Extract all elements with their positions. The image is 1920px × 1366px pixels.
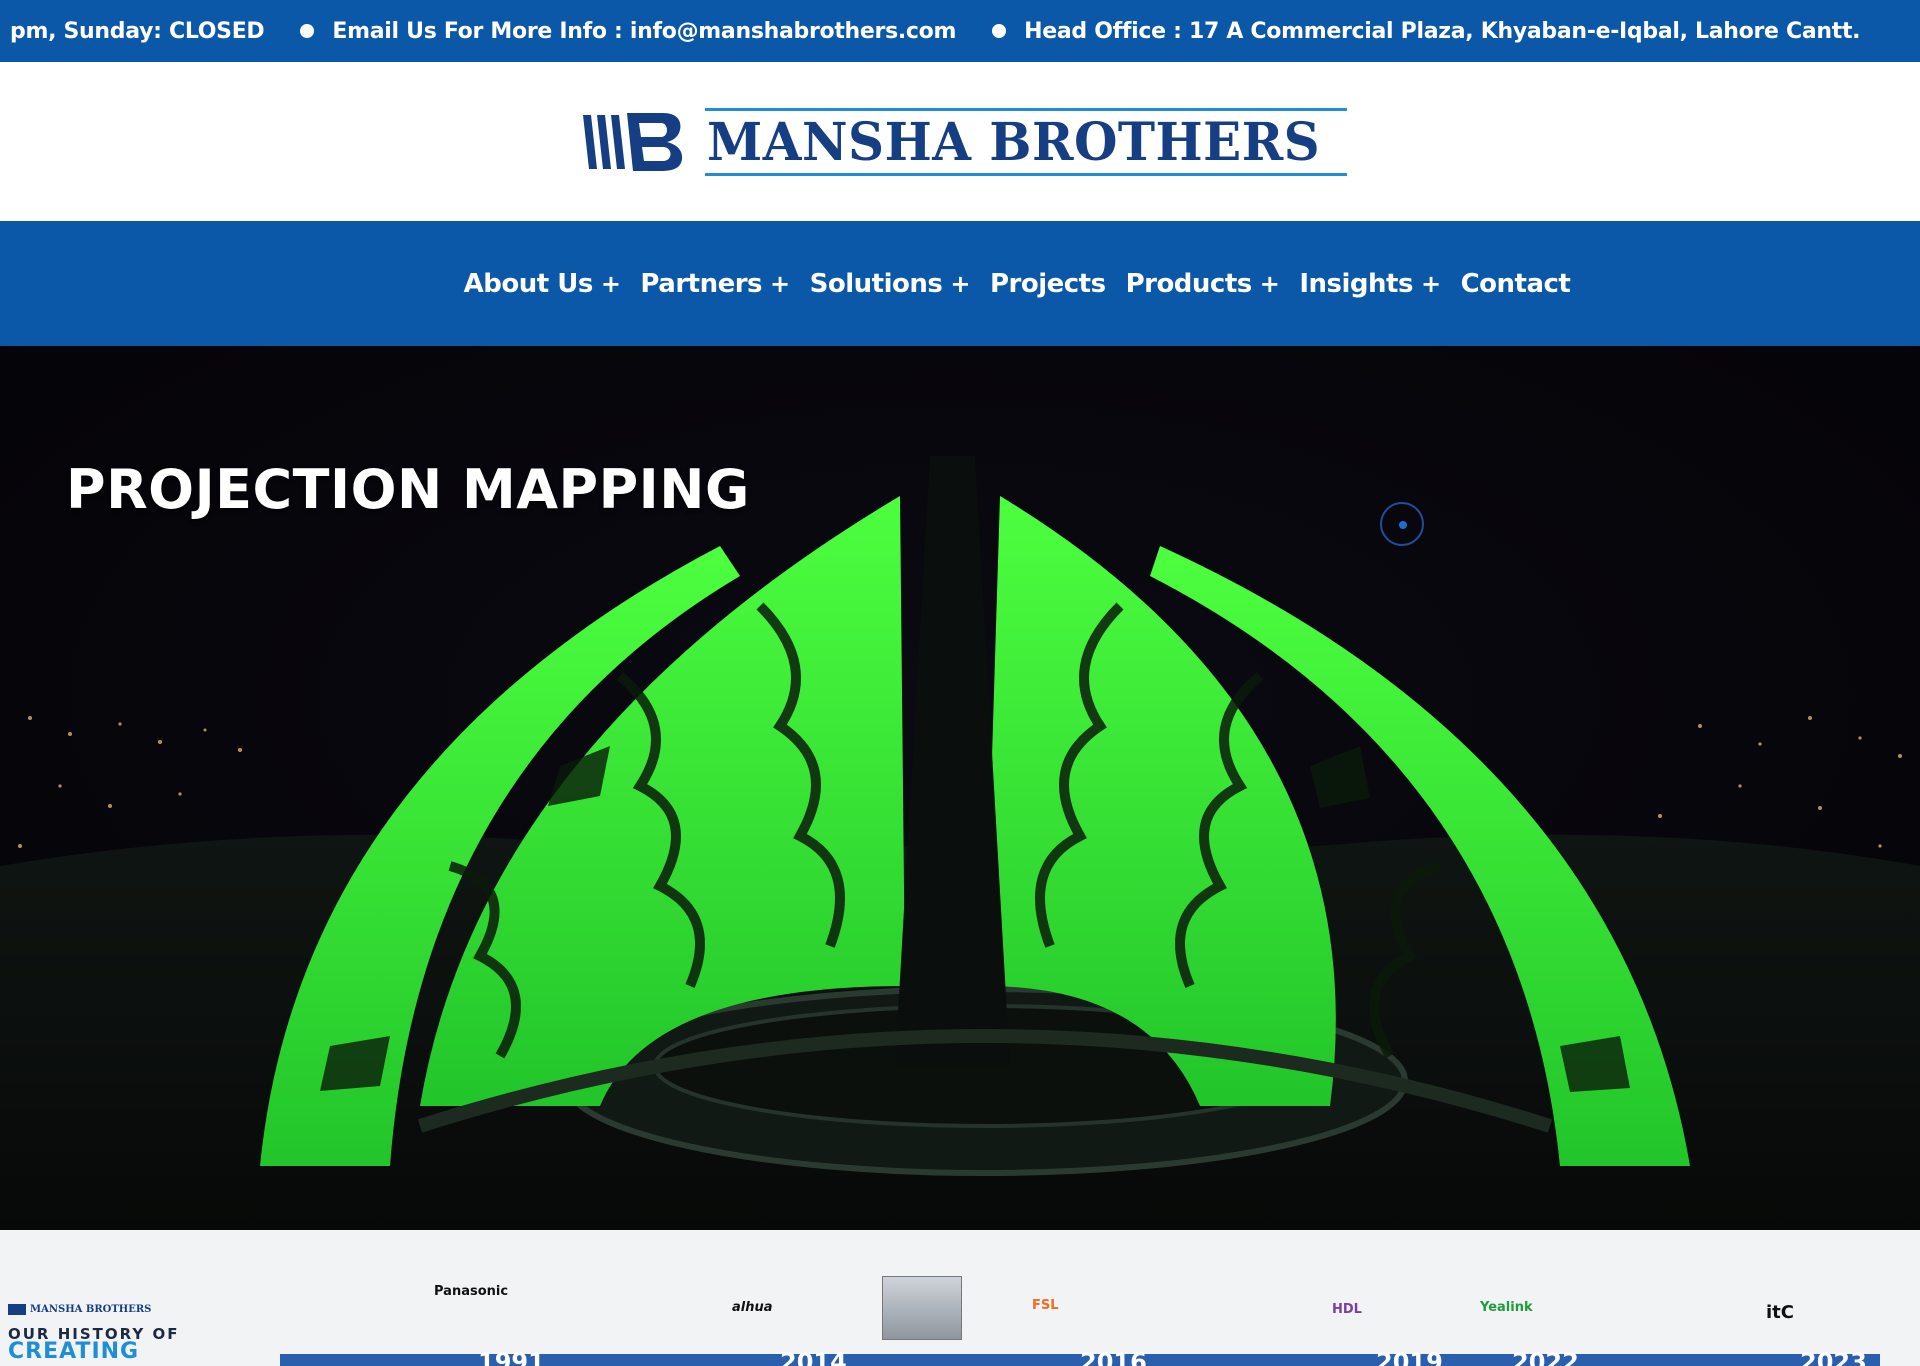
bullet-dot-icon	[992, 24, 1007, 38]
slider-indicator-icon[interactable]	[1380, 502, 1424, 546]
milestone-brand: itC	[1766, 1302, 1794, 1323]
milestone-hdl: HDL	[1332, 1302, 1362, 1317]
nav-menu: About Us + Partners + Solutions + Projec…	[464, 269, 1571, 299]
nav-item-label: Solutions	[809, 268, 943, 299]
bullet-dot-icon	[300, 24, 315, 38]
plus-icon[interactable]: +	[950, 270, 970, 298]
plus-icon[interactable]: +	[601, 270, 621, 298]
milestone-itc: itC	[1766, 1302, 1794, 1323]
site-header: MANSHA BROTHERS	[0, 62, 1920, 221]
top-info-ticker: pm, Sunday: CLOSED Email Us For More Inf…	[0, 0, 1920, 62]
milestone-year: 2014	[780, 1348, 847, 1366]
milestone-year: 2016	[1080, 1348, 1147, 1366]
plus-icon[interactable]: +	[1260, 270, 1280, 298]
ticker-address: Head Office : 17 A Commercial Plaza, Khy…	[1024, 18, 1861, 44]
nav-item-label: About Us	[463, 268, 594, 299]
milestone-fsl: FSL	[1032, 1298, 1059, 1313]
milestone-yealink: Yealink	[1480, 1300, 1533, 1315]
nav-item-insights[interactable]: Insights +	[1299, 268, 1441, 299]
milestone-year: 1991	[478, 1348, 545, 1366]
nav-item-projects[interactable]: Projects	[990, 269, 1106, 299]
logo-wordmark: MANSHA BROTHERS	[704, 107, 1348, 176]
nav-item-label: Projects	[989, 268, 1106, 299]
milestone-year: 2022	[1512, 1348, 1579, 1366]
milestone-brand: Panasonic	[434, 1284, 509, 1299]
nav-item-contact[interactable]: Contact	[1461, 269, 1571, 299]
hero-title: PROJECTION MAPPING	[66, 458, 750, 521]
nav-item-label: Products	[1125, 268, 1253, 299]
history-logo-text: MANSHA BROTHERS	[30, 1304, 152, 1315]
nav-item-about-us[interactable]: About Us +	[464, 269, 621, 299]
nav-item-label: Partners	[640, 268, 763, 299]
milestone-brand: Yealink	[1480, 1300, 1533, 1315]
award-photo-thumbnail	[882, 1276, 962, 1340]
history-logo: MANSHA BROTHERS	[8, 1304, 179, 1315]
site-logo[interactable]: MANSHA BROTHERS	[579, 107, 1348, 176]
plus-icon[interactable]: +	[1421, 270, 1441, 298]
history-intro: MANSHA BROTHERS OUR HISTORY OF CREATING	[8, 1304, 179, 1364]
nav-item-products[interactable]: Products +	[1126, 269, 1280, 299]
milestone-brand: alhua	[732, 1300, 773, 1315]
milestone-dahua: alhua	[732, 1300, 773, 1315]
milestone-panasonic: Panasonic	[434, 1284, 508, 1299]
ticker-email[interactable]: Email Us For More Info : info@manshabrot…	[332, 19, 956, 44]
nav-item-partners[interactable]: Partners +	[640, 268, 790, 299]
history-timeline-section: MANSHA BROTHERS OUR HISTORY OF CREATING …	[0, 1230, 1920, 1366]
history-heading-line2: CREATING	[8, 1339, 140, 1364]
milestone-brand: FSL	[1032, 1298, 1059, 1313]
hero-banner: PROJECTION MAPPING	[0, 346, 1920, 1230]
nav-item-label: Contact	[1460, 268, 1571, 299]
nav-item-solutions[interactable]: Solutions +	[809, 268, 971, 299]
mansha-brothers-logo-mark-icon	[582, 112, 682, 171]
plus-icon[interactable]: +	[770, 270, 790, 298]
milestone-year: 2023	[1800, 1348, 1867, 1366]
milestone-year: 2019	[1376, 1348, 1443, 1366]
main-navigation: About Us + Partners + Solutions + Projec…	[0, 221, 1920, 346]
nav-item-label: Insights	[1299, 268, 1413, 299]
logo-text: MANSHA BROTHERS	[706, 111, 1320, 173]
milestone-brand: HDL	[1332, 1302, 1362, 1317]
mini-logo-mark-icon	[8, 1304, 26, 1315]
ticker-hours: pm, Sunday: CLOSED	[10, 18, 265, 44]
